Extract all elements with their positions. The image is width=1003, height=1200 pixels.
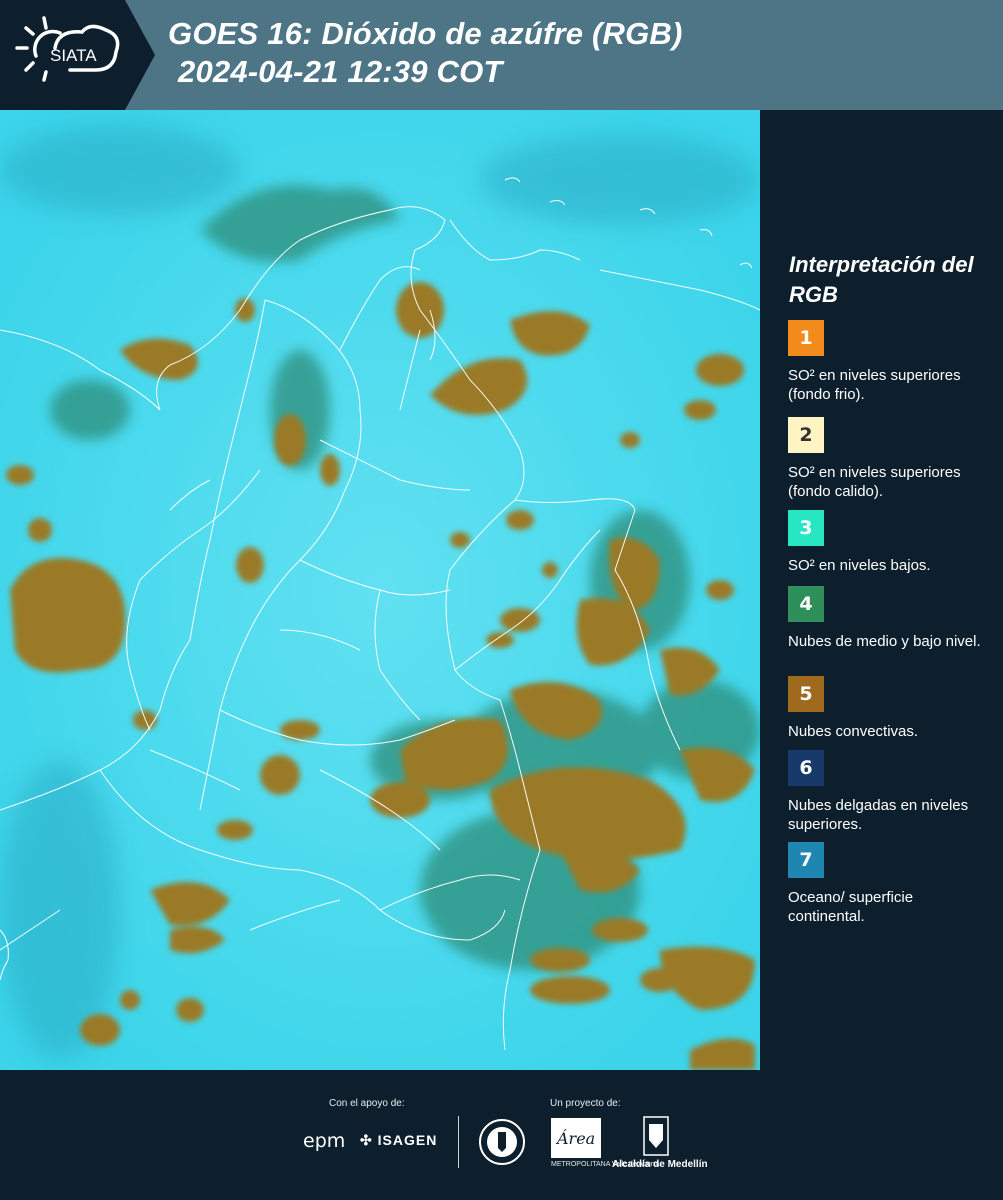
legend-description: Nubes convectivas. xyxy=(788,723,919,740)
area-metropolitana-logo[interactable]: Área xyxy=(551,1118,601,1158)
satellite-map[interactable] xyxy=(0,110,760,1070)
legend-item: 6 Nubes delgadas en niveles superiores. xyxy=(788,750,988,834)
epm-logo[interactable]: epm xyxy=(303,1130,345,1152)
legend-swatch: 1 xyxy=(788,320,824,356)
legend-swatch: 4 xyxy=(788,586,824,622)
legend-item: 3 SO² en niveles bajos. xyxy=(788,510,988,575)
legend-item: 7 Oceano/ superficie continental. xyxy=(788,842,988,926)
legend-swatch: 3 xyxy=(788,510,824,546)
isagen-icon: ✣ xyxy=(360,1132,378,1148)
medellin-seal-icon[interactable] xyxy=(478,1118,526,1166)
legend-description: Nubes de medio y bajo nivel. xyxy=(788,633,981,650)
header-bar: SIATA GOES 16: Dióxido de azúfre (RGB) 2… xyxy=(0,0,1003,110)
legend-swatch: 6 xyxy=(788,750,824,786)
legend-description: SO² en niveles superiores (fondo calido)… xyxy=(788,464,961,500)
siata-logo-text: SIATA xyxy=(50,46,97,65)
legend-item: 2 SO² en niveles superiores (fondo calid… xyxy=(788,417,988,501)
isagen-label: ISAGEN xyxy=(377,1132,438,1148)
support-label: Con el apoyo de: xyxy=(329,1098,405,1109)
legend-swatch: 7 xyxy=(788,842,824,878)
legend-swatch: 2 xyxy=(788,417,824,453)
legend-swatch: 5 xyxy=(788,676,824,712)
area-logo-text: Área xyxy=(555,1128,595,1148)
page-title: GOES 16: Dióxido de azúfre (RGB) xyxy=(168,16,683,51)
legend-item: 1 SO² en niveles superiores (fondo frio)… xyxy=(788,320,988,404)
alcaldia-shield-icon[interactable] xyxy=(643,1116,669,1156)
legend-panel: Interpretación del RGB 1 SO² en niveles … xyxy=(760,110,1003,1070)
legend-item: 4 Nubes de medio y bajo nivel. xyxy=(788,586,988,651)
footer-divider xyxy=(458,1116,459,1168)
timestamp: 2024-04-21 12:39 COT xyxy=(178,54,503,89)
siata-logo[interactable]: SIATA xyxy=(0,0,155,110)
legend-item: 5 Nubes convectivas. xyxy=(788,676,988,741)
legend-description: Oceano/ superficie continental. xyxy=(788,889,914,925)
legend-description: SO² en niveles superiores (fondo frio). xyxy=(788,367,961,403)
footer: Con el apoyo de: Un proyecto de: epm ✣ I… xyxy=(0,1070,1003,1200)
legend-description: Nubes delgadas en niveles superiores. xyxy=(788,797,969,833)
siata-logo-icon: SIATA xyxy=(0,0,155,110)
project-label: Un proyecto de: xyxy=(550,1098,621,1109)
legend-description: SO² en niveles bajos. xyxy=(788,557,931,574)
legend-title: Interpretación del RGB xyxy=(789,252,974,307)
satellite-image xyxy=(0,110,760,1070)
isagen-logo[interactable]: ✣ ISAGEN xyxy=(360,1132,437,1149)
alcaldia-label: Alcaldía de Medellín xyxy=(612,1159,708,1170)
